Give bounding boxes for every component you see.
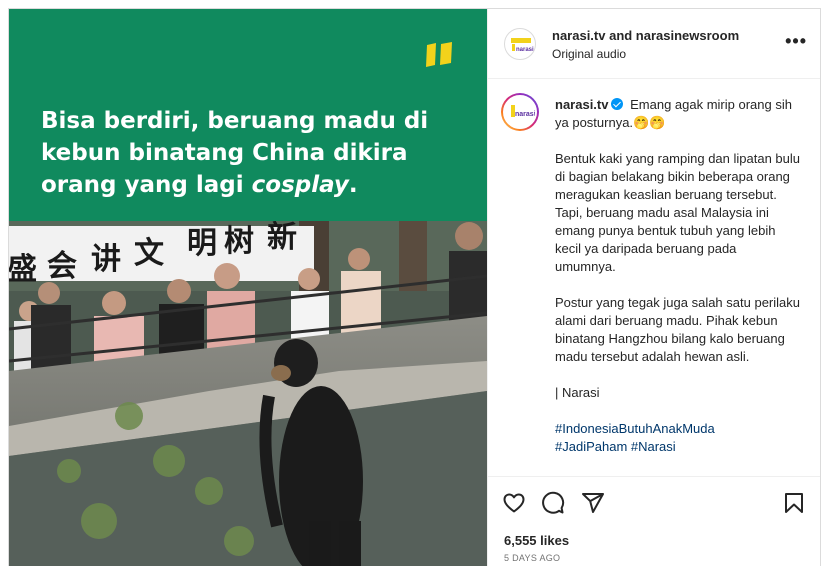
media-banner: Bisa berdiri, beruang madu di kebun bina… [9, 9, 487, 221]
post-media[interactable]: Bisa berdiri, beruang madu di kebun bina… [9, 9, 487, 566]
video-frame[interactable]: 盛 会 讲 文 明 树 新 [9, 221, 487, 566]
caption-hashtags: #IndonesiaButuhAnakMuda #JadiPaham #Nara… [555, 420, 800, 456]
banner-line-3-suffix: . [348, 172, 358, 198]
likes-count[interactable]: 6,555 likes [504, 533, 569, 548]
sign-char-1: 盛 [9, 252, 37, 287]
post-header: narasi narasi.tv and narasinewsroom Orig… [488, 9, 820, 79]
sign-char-6: 树 [224, 224, 254, 259]
banner-line-3: orang yang lagi cosplay. [41, 169, 461, 201]
caption-text: narasi.tv Emang agak mirip orang sih ya … [555, 96, 800, 456]
sign-char-5: 明 [187, 226, 217, 261]
banner-line-3-prefix: orang yang lagi [41, 172, 252, 198]
banner-line-2: kebun binatang China dikira [41, 140, 408, 166]
banner-line-3-italic: cosplay [251, 172, 349, 198]
caption-paragraph-1: Bentuk kaki yang ramping dan lipatan bul… [555, 151, 800, 274]
caption-first-line: narasi.tv Emang agak mirip orang sih ya … [555, 96, 800, 132]
post-date[interactable]: 5 DAYS AGO [504, 553, 560, 563]
more-horizontal-icon[interactable]: ••• [785, 31, 807, 52]
sign-char-3: 讲 [91, 242, 121, 277]
original-audio-link[interactable]: Original audio [552, 47, 626, 61]
avatar-logo-text: narasi [516, 47, 534, 53]
share-icon[interactable] [581, 491, 605, 515]
hashtag-line-1[interactable]: #IndonesiaButuhAnakMuda [555, 420, 800, 438]
zoo-scene-image: 盛 会 讲 文 明 树 新 [9, 221, 487, 566]
caption-paragraph-2: Postur yang tegak juga salah satu perila… [555, 295, 800, 364]
header-usernames[interactable]: narasi.tv and narasinewsroom [552, 28, 739, 43]
caption-paragraph-3: | Narasi [555, 385, 600, 400]
caption-avatar[interactable]: narasi [501, 93, 539, 131]
caption-avatar-logo-text: narasi [515, 111, 535, 118]
caption-avatar-inner: narasi [503, 95, 537, 129]
hashtag-line-2[interactable]: #JadiPaham #Narasi [555, 438, 800, 456]
caption-area: narasi narasi.tv Emang agak mirip orang … [488, 80, 820, 475]
narasi-logo-icon [426, 42, 452, 67]
post-actions: 6,555 likes 5 DAYS AGO [488, 476, 820, 566]
sign-char-2: 会 [47, 249, 77, 284]
verified-badge-icon [611, 98, 624, 110]
comment-icon[interactable] [541, 491, 565, 515]
banner-headline: Bisa berdiri, beruang madu di kebun bina… [41, 105, 461, 201]
banner-line-1: Bisa berdiri, beruang madu di [41, 108, 429, 134]
sign-char-4: 文 [134, 236, 164, 271]
caption-username[interactable]: narasi.tv [555, 97, 608, 112]
bookmark-icon[interactable] [782, 491, 806, 515]
page-frame: Bisa berdiri, beruang madu di kebun bina… [0, 0, 829, 566]
instagram-post: Bisa berdiri, beruang madu di kebun bina… [8, 8, 821, 566]
sign-char-7: 新 [267, 221, 297, 255]
heart-icon[interactable] [502, 491, 526, 515]
narasi-avatar-icon: narasi [511, 38, 534, 53]
post-side-panel: narasi narasi.tv and narasinewsroom Orig… [487, 9, 820, 566]
header-avatar[interactable]: narasi [504, 28, 536, 60]
narasi-caption-avatar-icon: narasi [511, 105, 535, 118]
